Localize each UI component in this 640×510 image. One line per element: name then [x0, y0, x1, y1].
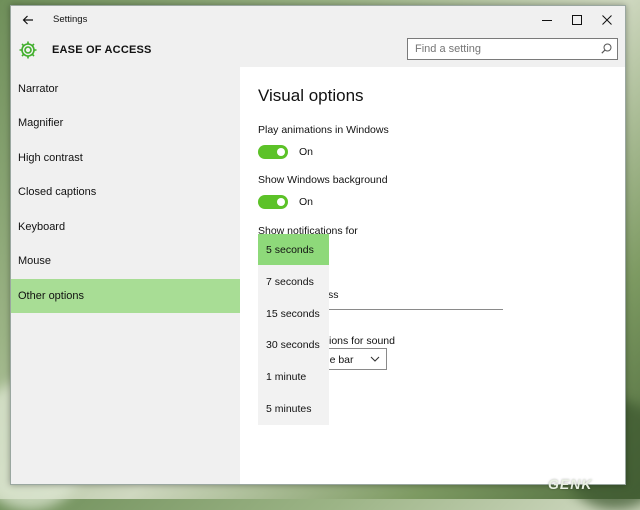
- gear-icon: [19, 41, 37, 59]
- sidebar-item-other-options[interactable]: Other options: [11, 279, 240, 313]
- sidebar-item-high-contrast[interactable]: High contrast: [11, 141, 240, 175]
- sound-label-partial: ions for sound: [329, 335, 395, 347]
- window-title: Settings: [53, 14, 88, 25]
- dropdown-option[interactable]: 5 minutes: [258, 393, 329, 424]
- notifications-dropdown[interactable]: 5 seconds 7 seconds 15 seconds 30 second…: [258, 234, 329, 425]
- settings-window: Settings EASE OF ACCESS Nar: [10, 5, 626, 485]
- animations-toggle[interactable]: [258, 145, 288, 159]
- close-button[interactable]: [593, 10, 621, 30]
- background-state: On: [299, 196, 314, 208]
- sidebar-item-label: Other options: [18, 290, 85, 302]
- sidebar-item-label: Magnifier: [18, 117, 64, 129]
- sidebar-item-label: Mouse: [18, 255, 52, 267]
- dropdown-option[interactable]: 30 seconds: [258, 329, 329, 360]
- dropdown-option[interactable]: 15 seconds: [258, 298, 329, 329]
- search-box[interactable]: [407, 38, 618, 60]
- toggle-knob: [277, 198, 285, 206]
- sidebar-item-mouse[interactable]: Mouse: [11, 244, 240, 278]
- dropdown-option[interactable]: 7 seconds: [258, 266, 329, 297]
- maximize-button[interactable]: [563, 10, 591, 30]
- sidebar-item-magnifier[interactable]: Magnifier: [11, 106, 240, 140]
- background-label: Show Windows background: [258, 174, 388, 186]
- animations-state: On: [299, 146, 314, 158]
- back-button[interactable]: [17, 10, 39, 30]
- thickness-label-partial: ss: [328, 289, 339, 301]
- sidebar-item-narrator[interactable]: Narrator: [11, 72, 240, 106]
- animations-label: Play animations in Windows: [258, 124, 389, 136]
- back-arrow-icon: [22, 15, 33, 25]
- minimize-button[interactable]: [533, 10, 561, 30]
- page-header: EASE OF ACCESS: [11, 34, 625, 67]
- search-icon[interactable]: [601, 43, 612, 54]
- chevron-down-icon: [370, 356, 380, 362]
- background-toggle[interactable]: [258, 195, 288, 209]
- watermark-logo: GENK: [548, 476, 593, 492]
- sidebar-item-closed-captions[interactable]: Closed captions: [11, 175, 240, 209]
- minimize-icon: [542, 20, 552, 21]
- dropdown-option[interactable]: 5 seconds: [258, 234, 329, 265]
- sidebar: Narrator Magnifier High contrast Closed …: [11, 67, 240, 484]
- main-content: Visual options Play animations in Window…: [240, 67, 625, 484]
- toggle-knob: [277, 148, 285, 156]
- page-title: EASE OF ACCESS: [52, 44, 152, 56]
- sidebar-item-keyboard[interactable]: Keyboard: [11, 210, 240, 244]
- sidebar-item-label: Narrator: [18, 83, 59, 95]
- title-bar: Settings: [11, 6, 625, 34]
- close-icon: [602, 15, 612, 25]
- search-input[interactable]: [415, 42, 595, 56]
- section-title: Visual options: [258, 86, 364, 105]
- sidebar-item-label: High contrast: [18, 152, 83, 164]
- maximize-icon: [572, 15, 582, 25]
- dropdown-option[interactable]: 1 minute: [258, 361, 329, 392]
- sidebar-item-label: Closed captions: [18, 186, 97, 198]
- sidebar-item-label: Keyboard: [18, 221, 66, 233]
